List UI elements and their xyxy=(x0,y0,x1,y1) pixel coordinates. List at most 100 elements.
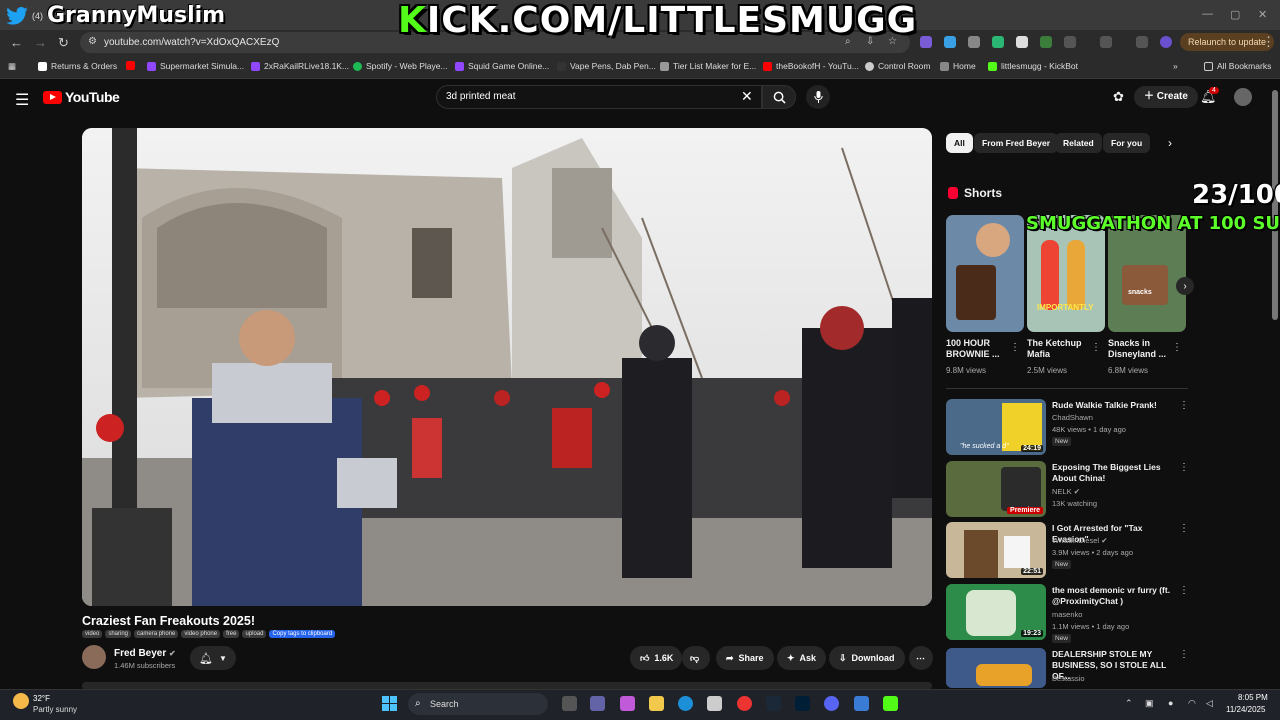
browser-menu-icon[interactable]: ⋮ xyxy=(1262,34,1275,50)
tray-chevron-icon[interactable]: ⌃ xyxy=(1125,698,1133,709)
extensions-puzzle-icon[interactable] xyxy=(1064,36,1076,48)
tag[interactable]: video xyxy=(82,630,103,638)
clear-search-icon[interactable]: ✕ xyxy=(741,88,753,105)
chip-for-you[interactable]: For you xyxy=(1103,133,1151,153)
video-title[interactable]: the most demonic vr furry (ft. @Proximit… xyxy=(1052,585,1174,607)
more-actions-button[interactable]: ⋯ xyxy=(909,646,933,670)
weather-condition[interactable]: Partly sunny xyxy=(33,705,77,714)
video-thumbnail[interactable]: "he sucked a d" 24:19 xyxy=(946,399,1046,455)
bookmark-item[interactable]: Control Room xyxy=(865,61,930,71)
reading-list-icon[interactable] xyxy=(1136,36,1148,48)
ask-button[interactable]: ✦ Ask xyxy=(777,646,827,670)
extension-icon[interactable] xyxy=(992,36,1004,48)
apps-grid-icon[interactable]: ▦ xyxy=(8,61,16,72)
dislike-button[interactable]: 👎︎ xyxy=(682,646,710,670)
share-button[interactable]: ➦ Share xyxy=(716,646,774,670)
channel-name[interactable]: Fred Beyer ✔ xyxy=(114,648,176,659)
bookmark-item[interactable] xyxy=(126,61,135,70)
network-icon[interactable]: ▣ xyxy=(1145,698,1154,709)
wifi-icon[interactable]: ◠ xyxy=(1188,698,1196,709)
video-thumbnail[interactable]: Premiere xyxy=(946,461,1046,517)
file-explorer-icon[interactable] xyxy=(649,696,664,711)
video-thumbnail[interactable]: 19:23 xyxy=(946,584,1046,640)
tab-search-icon[interactable] xyxy=(1100,36,1112,48)
subscription-bell-button[interactable]: 🔔︎ ▼ xyxy=(190,646,236,670)
more-vert-icon[interactable]: ⋮ xyxy=(1172,342,1182,353)
bookmark-item[interactable]: Home xyxy=(940,61,976,71)
channel-name[interactable]: NELK ✔ xyxy=(1052,487,1080,496)
chevron-right-icon[interactable]: › xyxy=(1168,136,1172,150)
more-vert-icon[interactable]: ⋮ xyxy=(1179,523,1189,534)
app-icon[interactable] xyxy=(854,696,869,711)
weather-sun-icon[interactable] xyxy=(13,693,29,709)
youtube-logo[interactable]: YouTube xyxy=(43,89,120,105)
chip-from-channel[interactable]: From Fred Beyer xyxy=(974,133,1059,153)
relaunch-button[interactable]: Relaunch to update xyxy=(1180,33,1275,51)
taskbar-search[interactable]: Search xyxy=(408,693,548,715)
more-bookmarks-icon[interactable]: » xyxy=(1173,61,1178,71)
like-button[interactable]: 👍︎ 1.6K xyxy=(630,646,682,670)
bookmark-item[interactable]: theBookofH - YouTu... xyxy=(763,61,859,71)
obs-icon[interactable] xyxy=(883,696,898,711)
teams-icon[interactable] xyxy=(590,696,605,711)
steam-icon[interactable] xyxy=(766,696,781,711)
more-vert-icon[interactable]: ⋮ xyxy=(1091,342,1101,353)
profile-icon[interactable] xyxy=(1160,36,1172,48)
mic-icon[interactable]: ● xyxy=(1168,698,1173,708)
extension-icon[interactable] xyxy=(1040,36,1052,48)
account-avatar[interactable] xyxy=(1234,88,1252,106)
url-text[interactable]: youtube.com/watch?v=XdOxQACXEzQ xyxy=(104,37,279,48)
cast-icon[interactable]: ✿ xyxy=(1113,89,1124,105)
channel-name[interactable]: WhistlinDiesel ✔ xyxy=(1052,536,1108,545)
video-title[interactable]: Exposing The Biggest Lies About China! xyxy=(1052,462,1174,484)
bookmark-item[interactable]: littlesmugg - KickBot xyxy=(988,61,1078,71)
channel-name[interactable]: masenko xyxy=(1052,610,1082,619)
tag[interactable]: free xyxy=(223,630,240,638)
close-icon[interactable]: ✕ xyxy=(1258,8,1267,21)
store-icon[interactable] xyxy=(707,696,722,711)
short-title[interactable]: The Ketchup Mafia xyxy=(1027,338,1091,360)
all-bookmarks[interactable]: All Bookmarks xyxy=(1204,61,1271,71)
reload-icon[interactable]: ↻ xyxy=(58,35,69,51)
more-vert-icon[interactable]: ⋮ xyxy=(1010,342,1020,353)
chrome-icon[interactable] xyxy=(737,696,752,711)
photoshop-icon[interactable] xyxy=(795,696,810,711)
extension-icon[interactable] xyxy=(1016,36,1028,48)
chip-all[interactable]: All xyxy=(946,133,973,153)
create-button[interactable]: ＋ Create xyxy=(1134,86,1198,108)
shorts-next-button[interactable]: › xyxy=(1176,277,1194,295)
video-title[interactable]: Rude Walkie Talkie Prank! xyxy=(1052,400,1174,411)
short-title[interactable]: 100 HOUR BROWNIE ... xyxy=(946,338,1010,360)
search-query[interactable]: 3d printed meat xyxy=(446,91,516,102)
site-info-icon[interactable]: ⚙ xyxy=(88,36,97,47)
bookmark-item[interactable]: Supermarket Simula... xyxy=(147,61,244,71)
video-thumbnail[interactable] xyxy=(946,648,1046,688)
task-view-icon[interactable] xyxy=(562,696,577,711)
voice-search-button[interactable] xyxy=(806,85,830,109)
tag[interactable]: camera phone xyxy=(134,630,179,638)
bookmark-item[interactable]: Squid Game Online... xyxy=(455,61,549,71)
video-player[interactable] xyxy=(82,128,932,606)
discord-icon[interactable] xyxy=(824,696,839,711)
copy-tags-button[interactable]: Copy tags to clipboard xyxy=(269,630,336,638)
weather-temperature[interactable]: 32°F xyxy=(33,694,50,703)
tag[interactable]: video phone xyxy=(181,630,221,638)
search-button[interactable] xyxy=(762,85,796,109)
extension-icon[interactable] xyxy=(944,36,956,48)
channel-name[interactable]: ChadShawn xyxy=(1052,413,1093,422)
more-vert-icon[interactable]: ⋮ xyxy=(1179,649,1189,660)
start-button[interactable] xyxy=(382,696,397,711)
chip-related[interactable]: Related xyxy=(1055,133,1102,153)
bookmark-item[interactable]: Returns & Orders xyxy=(38,61,117,71)
channel-name[interactable]: Bestassio xyxy=(1052,674,1085,683)
maximize-icon[interactable]: ▢ xyxy=(1230,8,1240,21)
minimize-icon[interactable]: — xyxy=(1202,8,1213,20)
download-button[interactable]: ⇩ Download xyxy=(829,646,905,670)
channel-avatar[interactable] xyxy=(82,645,106,669)
bookmark-item[interactable]: Spotify - Web Playe... xyxy=(353,61,448,71)
bookmark-item[interactable]: Vape Pens, Dab Pen... xyxy=(557,61,656,71)
bookmark-item[interactable]: 2xRaKailRLive18.1K... xyxy=(251,61,349,71)
copilot-icon[interactable] xyxy=(620,696,635,711)
short-thumbnail[interactable] xyxy=(946,215,1024,332)
more-vert-icon[interactable]: ⋮ xyxy=(1179,400,1189,411)
